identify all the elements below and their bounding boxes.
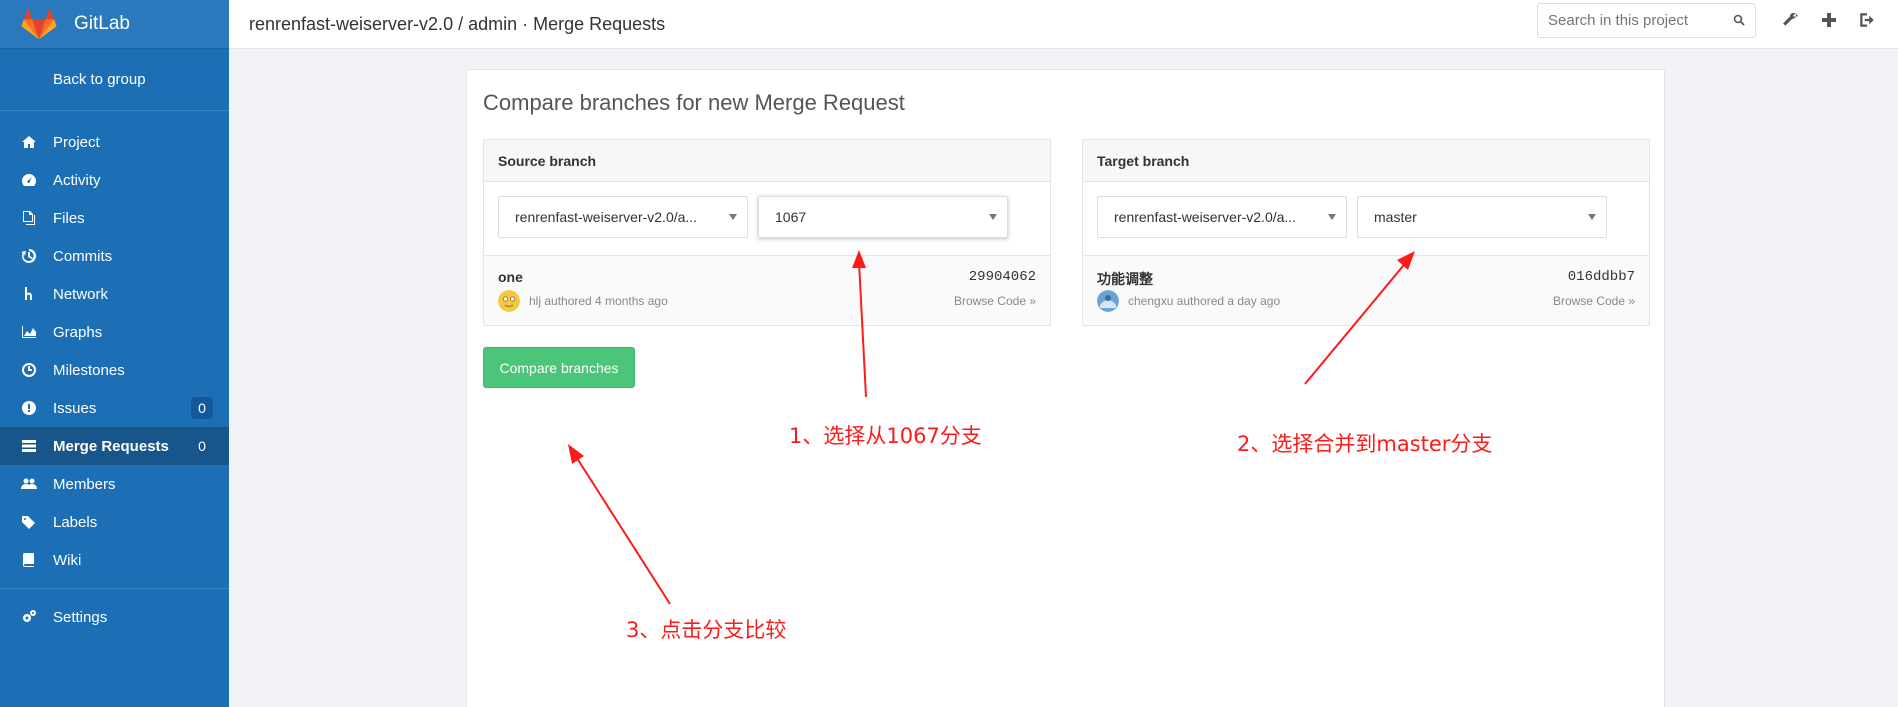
commit-sha[interactable]: 29904062 <box>969 269 1036 285</box>
caret-down-icon <box>1328 214 1336 220</box>
main-content: Compare branches for new Merge Request S… <box>466 69 1665 707</box>
target-project-value: renrenfast-weiserver-v2.0/a... <box>1114 209 1297 225</box>
page-title: Compare branches for new Merge Request <box>483 90 905 115</box>
tasks-icon <box>20 437 38 455</box>
caret-down-icon <box>1588 214 1596 220</box>
target-branch-panel: Target branch renrenfast-weiserver-v2.0/… <box>1082 139 1650 326</box>
gitlab-logo-icon <box>21 7 57 40</box>
target-project-select[interactable]: renrenfast-weiserver-v2.0/a... <box>1097 196 1347 238</box>
clock-icon <box>20 361 38 379</box>
commit-author-meta: hlj authored 4 months ago <box>529 294 668 308</box>
commit-message[interactable]: 功能调整 <box>1097 269 1153 289</box>
annotation-step2: 2、选择合并到master分支 <box>1237 432 1493 456</box>
sidebar-item-graphs[interactable]: Graphs <box>0 313 229 351</box>
sidebar-item-issues[interactable]: Issues 0 <box>0 389 229 427</box>
dashboard-icon <box>20 171 38 189</box>
sidebar-item-label: Project <box>53 133 100 151</box>
annotation-step1: 1、选择从1067分支 <box>789 424 982 448</box>
sidebar-item-label: Wiki <box>53 551 82 569</box>
commit-message[interactable]: one <box>498 269 523 285</box>
issues-count-badge: 0 <box>191 397 213 419</box>
brand[interactable]: GitLab <box>0 0 229 49</box>
source-project-value: renrenfast-weiserver-v2.0/a... <box>515 209 698 225</box>
app-name: GitLab <box>74 13 130 34</box>
breadcrumb[interactable]: renrenfast-weiserver-v2.0 / admin · Merg… <box>229 14 665 35</box>
compare-branches-button[interactable]: Compare branches <box>483 347 635 388</box>
caret-down-icon <box>729 214 737 220</box>
cogs-icon <box>20 608 38 626</box>
browse-code-link[interactable]: Browse Code » <box>954 294 1036 308</box>
sidebar-nav: Project Activity Files Commits Network G… <box>0 111 229 636</box>
source-branch-panel: Source branch renrenfast-weiserver-v2.0/… <box>483 139 1051 326</box>
search-box[interactable] <box>1537 3 1756 38</box>
sidebar-item-labels[interactable]: Labels <box>0 503 229 541</box>
sign-out-icon[interactable] <box>1856 9 1878 31</box>
sidebar-item-files[interactable]: Files <box>0 199 229 237</box>
search-input[interactable] <box>1538 4 1718 37</box>
sidebar-item-activity[interactable]: Activity <box>0 161 229 199</box>
sidebar-item-label: Graphs <box>53 323 103 341</box>
sidebar-item-merge-requests[interactable]: Merge Requests 0 <box>0 427 229 465</box>
home-icon <box>20 133 38 151</box>
history-icon <box>20 247 38 265</box>
sidebar-item-commits[interactable]: Commits <box>0 237 229 275</box>
files-icon <box>20 209 38 227</box>
sidebar-item-settings[interactable]: Settings <box>0 598 229 636</box>
sidebar-item-project[interactable]: Project <box>0 123 229 161</box>
source-selects: renrenfast-weiserver-v2.0/a... 1067 <box>498 196 1008 238</box>
target-branch-heading: Target branch <box>1083 140 1649 182</box>
sidebar-item-label: Commits <box>53 247 113 265</box>
code-fork-icon <box>20 285 38 303</box>
source-branch-select[interactable]: 1067 <box>758 196 1008 238</box>
header-actions <box>1780 9 1878 31</box>
avatar <box>1097 290 1119 312</box>
commit-sha[interactable]: 016ddbb7 <box>1568 269 1635 285</box>
sidebar-item-label: Activity <box>53 171 101 189</box>
source-branch-value: 1067 <box>775 209 807 225</box>
browse-code-link[interactable]: Browse Code » <box>1553 294 1635 308</box>
target-selects: renrenfast-weiserver-v2.0/a... master <box>1097 196 1607 238</box>
sidebar-divider <box>0 588 229 589</box>
annotation-step3: 3、点击分支比较 <box>626 618 787 642</box>
sidebar-item-label: Members <box>53 475 116 493</box>
source-project-select[interactable]: renrenfast-weiserver-v2.0/a... <box>498 196 748 238</box>
top-header: renrenfast-weiserver-v2.0 / admin · Merg… <box>229 0 1898 49</box>
search-icon <box>1733 14 1745 26</box>
commit-author-meta: chengxu authored a day ago <box>1128 294 1281 308</box>
sidebar-item-label: Files <box>53 209 85 227</box>
avatar <box>498 290 520 312</box>
sidebar-item-label: Issues <box>53 399 97 417</box>
sidebar-item-label: Labels <box>53 513 98 531</box>
merge-requests-count-badge: 0 <box>198 438 206 454</box>
target-branch-select[interactable]: master <box>1357 196 1607 238</box>
sidebar-item-network[interactable]: Network <box>0 275 229 313</box>
target-commit-info: 功能调整 016ddbb7 chengxu authored a day ago… <box>1083 255 1649 325</box>
caret-down-icon <box>989 214 997 220</box>
source-commit-info: one 29904062 hlj authored 4 months ago B… <box>484 255 1050 325</box>
sidebar-item-wiki[interactable]: Wiki <box>0 541 229 579</box>
area-chart-icon <box>20 323 38 341</box>
tags-icon <box>20 513 38 531</box>
sidebar-item-milestones[interactable]: Milestones <box>0 351 229 389</box>
sidebar: GitLab Back to group Project Activity Fi… <box>0 0 229 707</box>
users-icon <box>20 475 38 493</box>
sidebar-item-label: Milestones <box>53 361 125 379</box>
sidebar-item-members[interactable]: Members <box>0 465 229 503</box>
book-icon <box>20 551 38 569</box>
back-to-group-link[interactable]: Back to group <box>0 49 229 111</box>
sidebar-item-label: Settings <box>53 608 108 626</box>
target-branch-value: master <box>1374 209 1417 225</box>
wrench-icon[interactable] <box>1780 9 1802 31</box>
sidebar-item-label: Network <box>53 285 109 303</box>
exclamation-circle-icon <box>20 399 38 417</box>
plus-icon[interactable] <box>1818 9 1840 31</box>
sidebar-item-label: Merge Requests <box>53 437 169 455</box>
source-branch-heading: Source branch <box>484 140 1050 182</box>
